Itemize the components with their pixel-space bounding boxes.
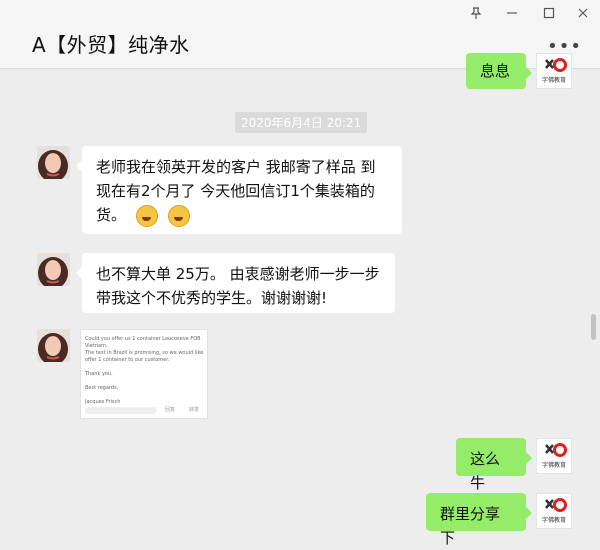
message-text: 这么牛 xyxy=(470,450,501,492)
message-text: 息息 xyxy=(480,62,511,80)
message-bubble-mine[interactable]: 息息 xyxy=(466,53,532,89)
pin-icon[interactable] xyxy=(467,6,485,24)
image-text-line: Best regards, xyxy=(85,385,119,391)
forward-label: 转发 xyxy=(189,407,200,413)
chat-area: 息息 字佛教育 2020年6月4日 20:21 老师我在领英开发的客户 我邮寄了… xyxy=(0,53,600,547)
message-bubble-received[interactable]: 也不算大单 25万。 由衷感谢老师一步一步带我这个不优秀的学生。谢谢谢谢! xyxy=(76,253,395,313)
image-text-line xyxy=(85,392,203,399)
avatar[interactable] xyxy=(37,329,70,362)
chat-title: A【外贸】纯净水 xyxy=(32,33,190,57)
maximize-icon[interactable] xyxy=(540,6,558,24)
message-bubble-mine[interactable]: 群里分享下 xyxy=(426,493,532,547)
image-text-line xyxy=(85,378,203,385)
message-bubble-received[interactable]: 老师我在领英开发的客户 我邮寄了样品 到现在有2个月了 今天他回信订1个集装箱的… xyxy=(76,146,402,234)
timestamp: 2020年6月4日 20:21 xyxy=(235,112,368,133)
image-text-line: Thank you. xyxy=(85,371,113,377)
avatar-text: 字佛教育 xyxy=(542,76,566,84)
avatar[interactable] xyxy=(37,253,70,286)
message-text: 群里分享下 xyxy=(440,505,501,547)
image-message[interactable]: Could you offer us 1 container Leucoseve… xyxy=(80,329,208,419)
reply-label: 回复 xyxy=(165,407,176,413)
avatar[interactable]: 字佛教育 xyxy=(536,53,572,89)
image-text-line: Could you offer us 1 container Leucoseve… xyxy=(85,336,201,342)
message-text: 也不算大单 25万。 由衷感谢老师一步一步带我这个不优秀的学生。谢谢谢谢! xyxy=(96,265,380,307)
image-text-line: The test in Brazil is promising, so we w… xyxy=(85,350,203,356)
laughing-emoji-icon xyxy=(168,204,191,227)
avatar[interactable]: 字佛教育 xyxy=(536,438,572,474)
image-text-line: Jacques Frisch xyxy=(85,399,121,405)
reply-field xyxy=(85,407,157,414)
avatar-text: 字佛教育 xyxy=(542,461,566,469)
image-text-line xyxy=(85,364,203,371)
scrollbar[interactable] xyxy=(591,314,596,340)
close-icon[interactable] xyxy=(574,6,592,24)
minimize-icon[interactable] xyxy=(503,6,521,24)
avatar-text: 字佛教育 xyxy=(542,516,566,524)
image-text-line: Vietnam. xyxy=(85,343,108,349)
message-bubble-mine[interactable]: 这么牛 xyxy=(456,438,532,492)
avatar[interactable] xyxy=(37,146,70,179)
laughing-emoji-icon xyxy=(136,204,159,227)
image-text-line: offer 1 container to our customer. xyxy=(85,357,170,363)
avatar[interactable]: 字佛教育 xyxy=(536,493,572,529)
